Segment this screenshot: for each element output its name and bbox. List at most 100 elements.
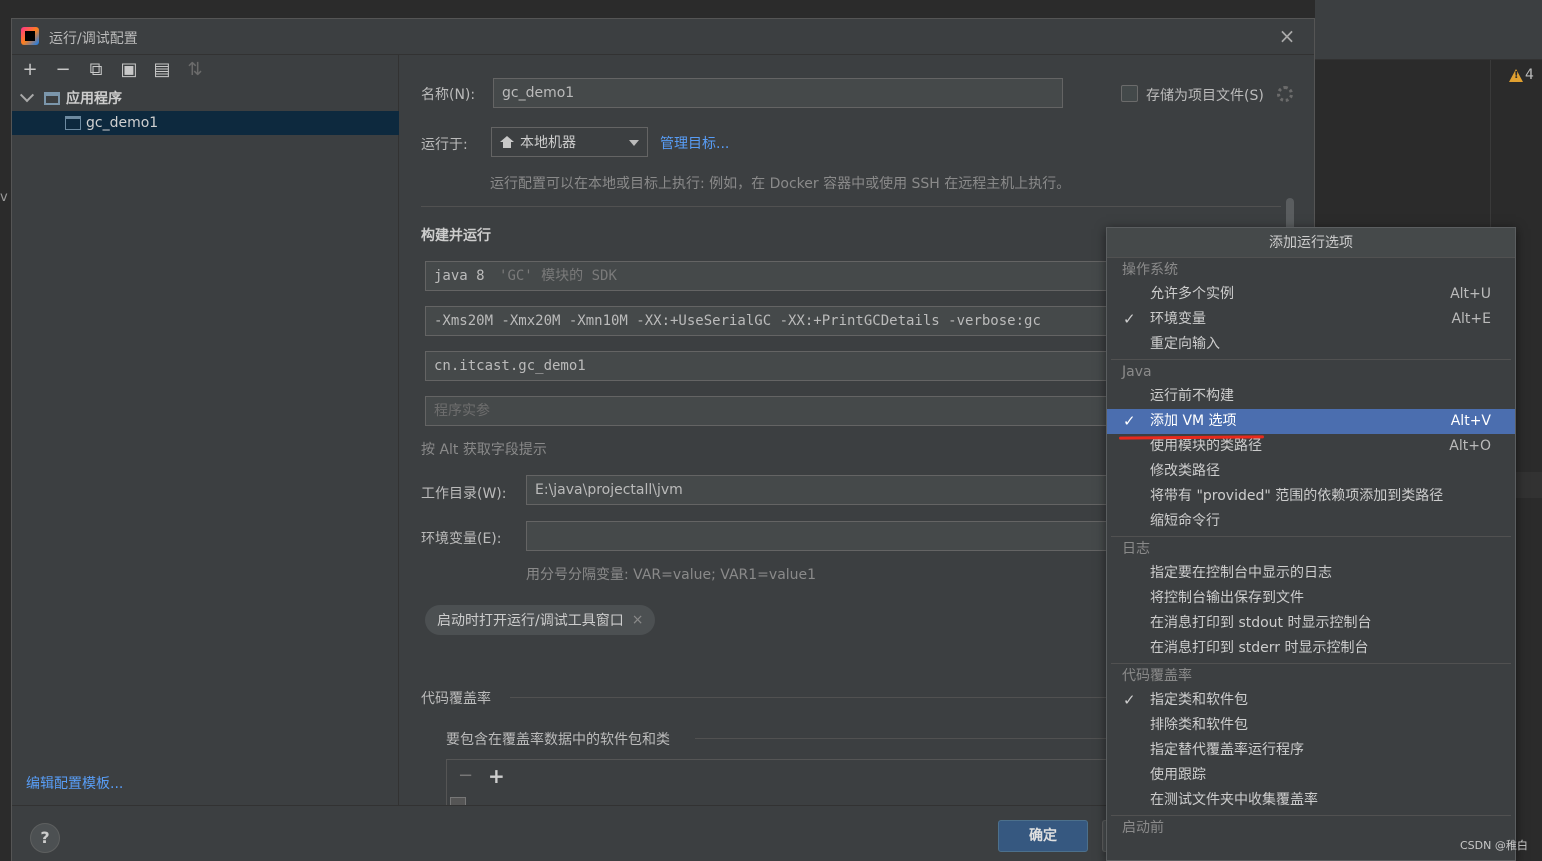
warning-icon [1509,68,1523,82]
popup-item-label: 运行前不构建 [1150,388,1234,404]
popup-menu-item[interactable]: 运行前不构建 [1107,384,1515,409]
vm-options-field[interactable]: -Xms20M -Xmx20M -Xmn10M -XX:+UseSerialGC… [425,306,1115,336]
popup-menu-item[interactable]: 允许多个实例 Alt+U [1107,282,1515,307]
run-on-hint: 运行配置可以在本地或目标上执行: 例如，在 Docker 容器中或使用 SSH … [490,176,1071,192]
popup-item-label: 修改类路径 [1150,463,1220,479]
pattern-checkbox[interactable] [450,797,466,805]
close-icon[interactable]: × [632,612,644,628]
gear-icon[interactable] [1277,86,1293,102]
build-run-section-title: 构建并运行 [421,228,491,244]
tree-node-label: 应用程序 [66,91,122,107]
popup-menu-item[interactable]: 将带有 "provided" 范围的依赖项添加到类路径 [1107,484,1515,509]
popup-menu-item[interactable]: 指定替代覆盖率运行程序 [1107,738,1515,763]
popup-group-header: 操作系统 [1122,262,1178,278]
popup-item-label: 重定向输入 [1150,336,1220,352]
tree-item-gc-demo1[interactable]: gc_demo1 [12,111,399,135]
popup-menu-item[interactable]: 在消息打印到 stdout 时显示控制台 [1107,611,1515,636]
popup-item-shortcut: Alt+V [1450,413,1491,429]
copy-icon[interactable]: ⧉ [86,60,106,80]
inspection-warnings[interactable]: 4 [1509,67,1534,83]
configurations-tree-panel: + − ⧉ ▣ ▤ ⇅ 应用程序 gc_demo1 编辑配置模板... [12,55,399,805]
popup-menu-item[interactable]: 缩短命令行 [1107,509,1515,534]
workdir-field[interactable]: E:\java\projectall\jvm [526,475,1115,505]
popup-item-label: 指定类和软件包 [1150,692,1248,708]
store-as-file-checkbox[interactable] [1121,85,1138,102]
popup-item-label: 在消息打印到 stdout 时显示控制台 [1150,615,1372,631]
popup-menu-item[interactable]: 使用跟踪 [1107,763,1515,788]
edit-templates-link[interactable]: 编辑配置模板... [26,773,123,793]
popup-group-header: 日志 [1122,541,1150,557]
popup-item-label: 将控制台输出保存到文件 [1150,590,1304,606]
chip-label: 启动时打开运行/调试工具窗口 [437,613,624,629]
watermark: CSDN @稚白 [1460,839,1528,852]
popup-item-label: 添加 VM 选项 [1150,413,1237,429]
tree-toolbar: + − ⧉ ▣ ▤ ⇅ [12,55,399,85]
program-args-field[interactable]: 程序实参 [425,396,1115,426]
popup-menu-item[interactable]: 排除类和软件包 [1107,713,1515,738]
open-tool-window-chip[interactable]: 启动时打开运行/调试工具窗口 × [425,605,656,635]
application-folder-icon [44,91,60,105]
close-button[interactable]: × [1276,25,1298,47]
popup-item-label: 允许多个实例 [1150,286,1234,302]
ok-button[interactable]: 确定 [998,820,1088,852]
check-icon: ✓ [1123,691,1136,709]
popup-menu-item[interactable]: 修改类路径 [1107,459,1515,484]
popup-menu-item[interactable]: ✓ 添加 VM 选项 Alt+V [1107,409,1515,434]
name-field[interactable]: gc_demo1 [493,78,1063,108]
add-pattern-icon[interactable]: + [488,764,505,788]
save-icon[interactable]: ▣ [119,60,139,80]
new-folder-icon[interactable]: ▤ [152,60,172,80]
warning-count: 4 [1525,67,1534,83]
sdk-field[interactable]: java 8 'GC' 模块的 SDK [425,261,1115,291]
workdir-label: 工作目录(W): [421,486,507,502]
background-partial-text: v [0,190,8,205]
popup-list: 操作系统 允许多个实例 Alt+U ✓ 环境变量 Alt+E 重定向输入 Java 运行前不构建… [1107,258,1515,840]
popup-item-label: 缩短命令行 [1150,513,1220,529]
add-icon[interactable]: + [20,60,40,80]
popup-group-header: 启动前 [1122,820,1164,836]
help-button[interactable]: ? [30,823,60,853]
popup-menu-item[interactable]: 在消息打印到 stderr 时显示控制台 [1107,636,1515,661]
popup-item-label: 指定要在控制台中显示的日志 [1150,565,1332,581]
popup-item-label: 排除类和软件包 [1150,717,1248,733]
popup-item-label: 环境变量 [1150,311,1206,327]
remove-icon[interactable]: − [53,60,73,80]
divider [421,206,1281,207]
popup-item-shortcut: Alt+U [1450,286,1491,302]
name-label: 名称(N): [421,87,476,103]
run-on-select[interactable]: 本地机器 [491,127,648,157]
popup-menu-item[interactable]: 在测试文件夹中收集覆盖率 [1107,788,1515,813]
application-config-icon [65,116,81,130]
manage-targets-link[interactable]: 管理目标... [660,133,729,153]
env-field[interactable] [526,521,1115,551]
check-icon: ✓ [1123,310,1136,328]
popup-menu-item[interactable]: ✓ 指定类和软件包 [1107,688,1515,713]
chevron-down-icon [629,140,639,146]
background-titlebar [1315,0,1542,26]
popup-group-header: Java [1122,364,1152,380]
popup-menu-item[interactable]: 重定向输入 [1107,332,1515,357]
tree-node-application[interactable]: 应用程序 [12,86,399,110]
env-label: 环境变量(E): [421,531,502,547]
popup-item-label: 指定替代覆盖率运行程序 [1150,742,1304,758]
popup-menu-item[interactable]: 指定要在控制台中显示的日志 [1107,561,1515,586]
popup-item-label: 在测试文件夹中收集覆盖率 [1150,792,1318,808]
popup-menu-item[interactable]: ✓ 环境变量 Alt+E [1107,307,1515,332]
remove-pattern-icon[interactable]: − [458,765,473,786]
popup-item-label: 使用模块的类路径 [1150,438,1262,454]
popup-title: 添加运行选项 [1107,228,1515,258]
store-as-file-label: 存储为项目文件(S) [1146,88,1264,104]
add-run-options-popup: 添加运行选项 操作系统 允许多个实例 Alt+U ✓ 环境变量 Alt+E 重定向输入 Jav… [1106,227,1516,861]
chevron-down-icon[interactable] [19,88,35,103]
sort-icon[interactable]: ⇅ [185,60,205,80]
main-class-field[interactable]: cn.itcast.gc_demo1 [425,351,1115,381]
popup-menu-item[interactable]: 将控制台输出保存到文件 [1107,586,1515,611]
intellij-logo-icon [21,27,39,45]
home-icon [500,136,514,148]
coverage-section-title: 代码覆盖率 [421,691,491,707]
dialog-title: 运行/调试配置 [49,31,138,47]
alt-hint: 按 Alt 获取字段提示 [421,442,547,458]
check-icon: ✓ [1123,412,1136,430]
divider [510,697,1110,698]
coverage-patterns-table [446,759,1111,805]
